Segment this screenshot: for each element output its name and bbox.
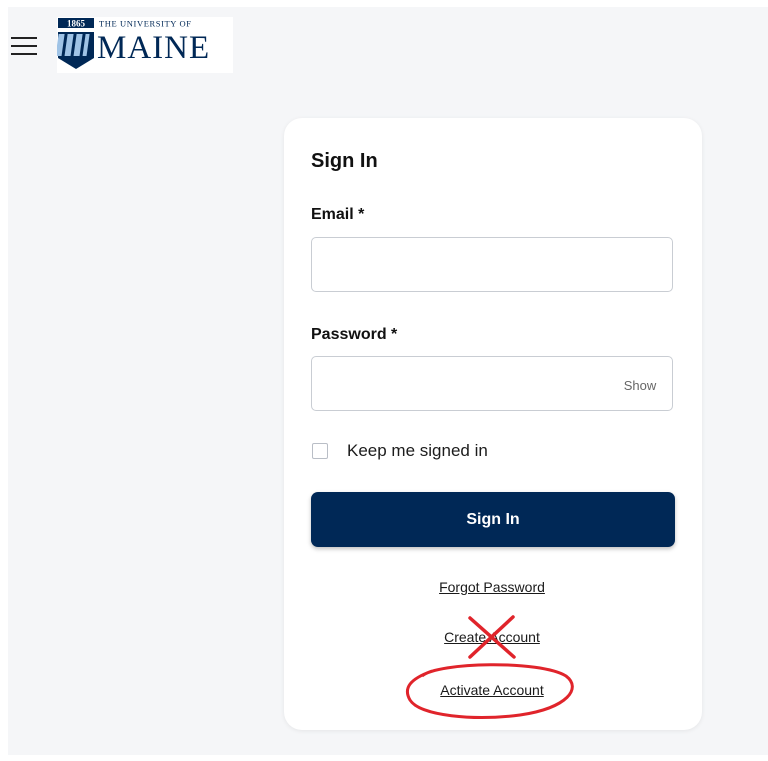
logo-year: 1865	[67, 19, 86, 29]
forgot-password-link[interactable]: Forgot Password	[392, 579, 592, 595]
signin-button[interactable]: Sign In	[311, 492, 675, 547]
activate-account-link[interactable]: Activate Account	[392, 682, 592, 698]
password-label: Password *	[311, 326, 398, 343]
show-password-button[interactable]: Show	[612, 376, 668, 396]
logo-tagline: THE UNIVERSITY OF	[99, 19, 192, 29]
create-account-link[interactable]: Create Account	[392, 629, 592, 645]
university-logo[interactable]: 1865 THE UNIVERSITY OF MAINE	[57, 17, 233, 73]
logo-name: MAINE	[97, 30, 210, 66]
signin-title: Sign In	[311, 150, 378, 172]
hamburger-menu-icon[interactable]	[11, 37, 37, 55]
keep-signed-in-label[interactable]: Keep me signed in	[347, 441, 488, 461]
email-label: Email *	[311, 206, 365, 223]
keep-signed-in-checkbox[interactable]	[312, 443, 328, 459]
university-of-maine-logo-icon: 1865 THE UNIVERSITY OF MAINE	[57, 18, 210, 69]
email-input[interactable]	[311, 237, 673, 292]
